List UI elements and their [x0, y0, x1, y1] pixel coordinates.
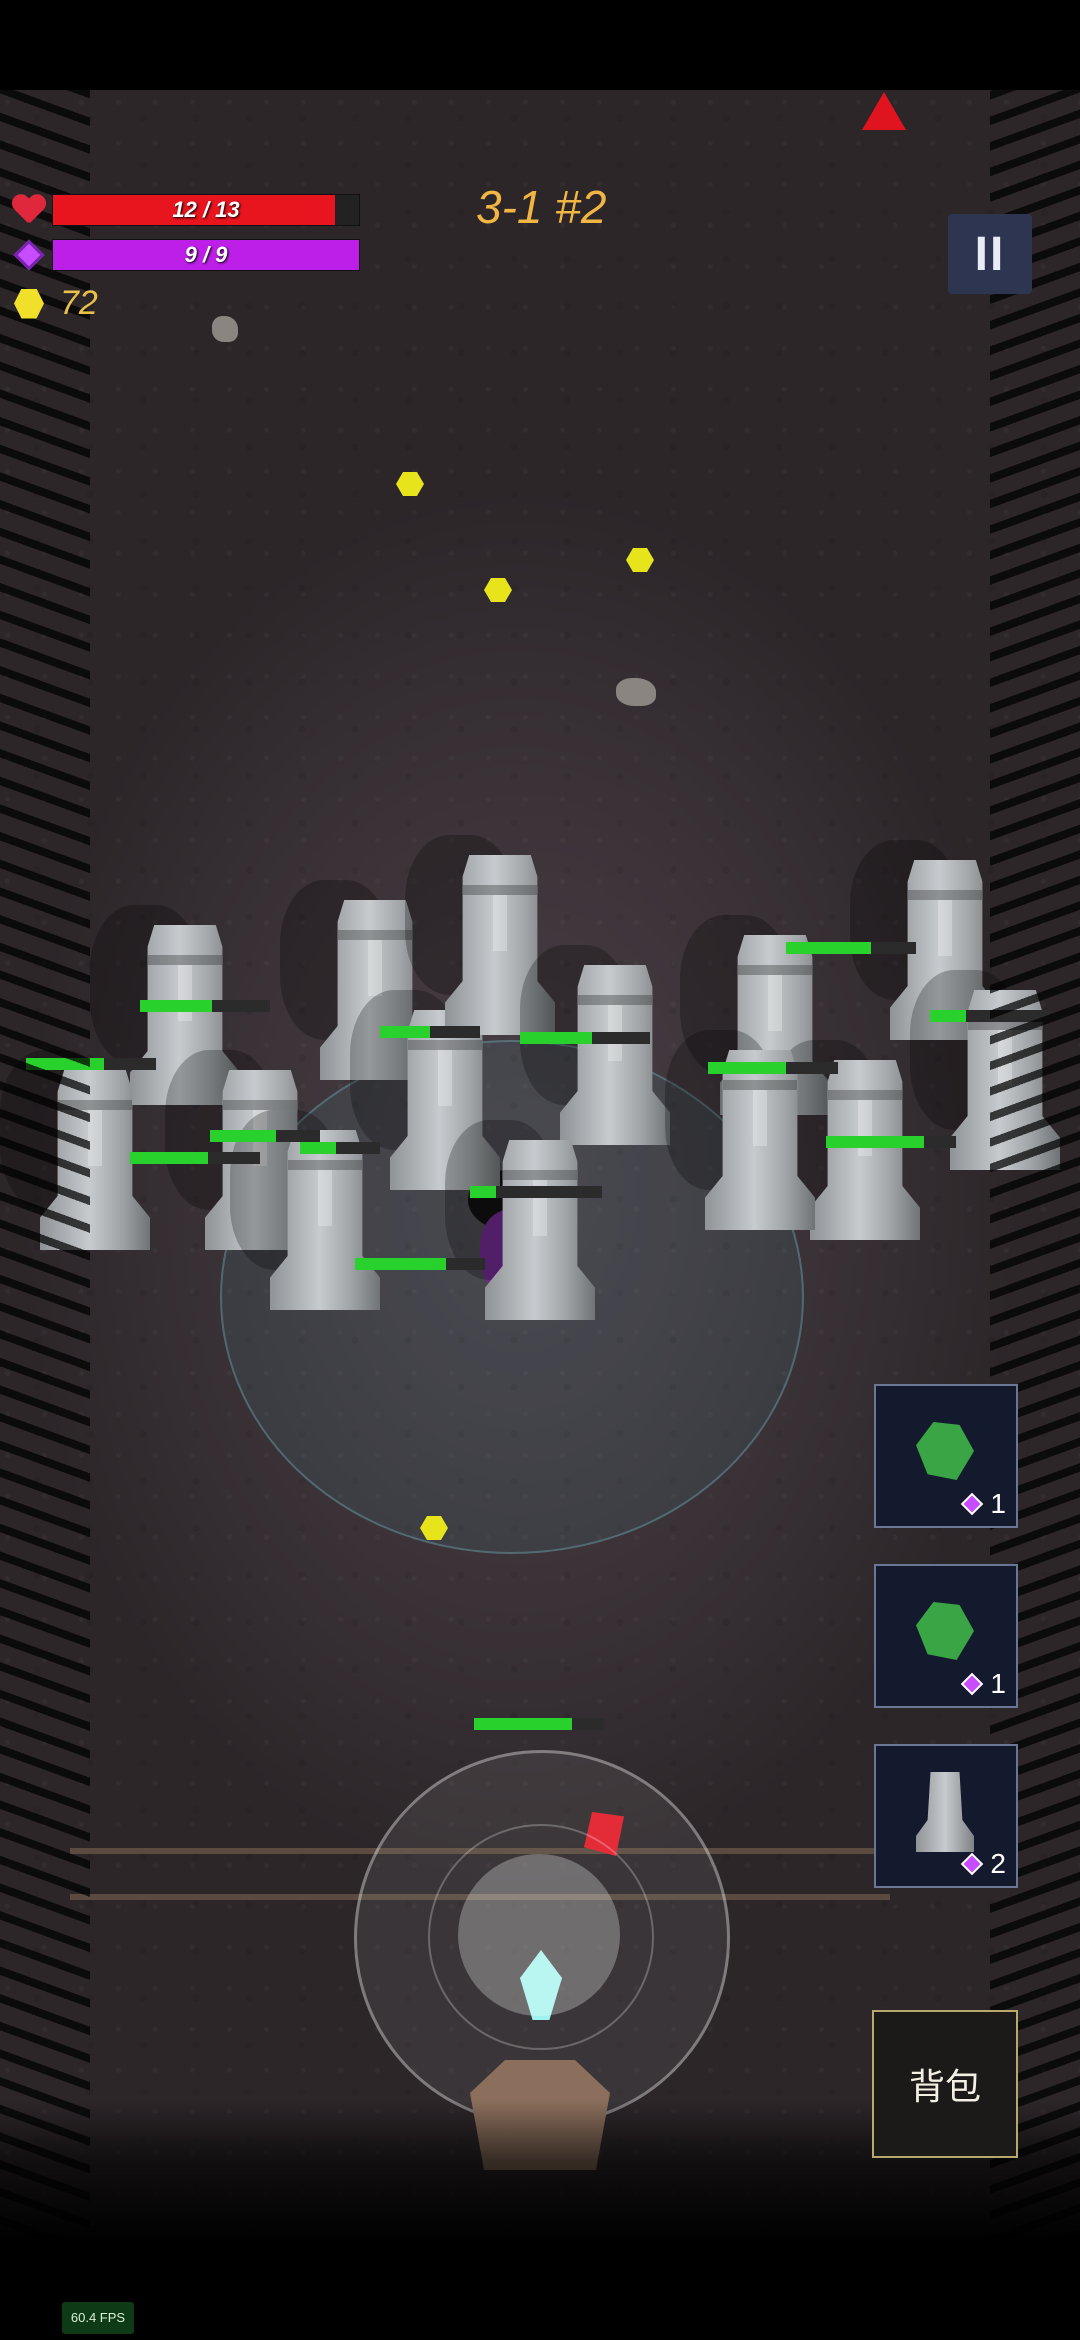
- health-text: 12 / 13: [172, 197, 240, 222]
- joystick-knob[interactable]: [458, 1854, 620, 2016]
- coin-count: 72: [60, 284, 98, 322]
- mana-text: 9 / 9: [184, 242, 228, 267]
- rock: [212, 316, 238, 342]
- skill-card-emerald-2[interactable]: 1: [874, 1564, 1018, 1708]
- coins-row: 72: [12, 284, 98, 323]
- mana-bar: 9 / 9: [52, 239, 360, 271]
- pause-button[interactable]: II: [948, 214, 1032, 294]
- foliage-left: [0, 90, 90, 2340]
- health-row: 12 / 13: [12, 194, 360, 226]
- gem-icon: [13, 239, 45, 271]
- enemy-hp-bar: [140, 1000, 270, 1012]
- emerald-icon: [916, 1602, 974, 1660]
- skill-cost: 1: [961, 1488, 1006, 1520]
- skill-card-moai[interactable]: 2: [874, 1744, 1018, 1888]
- skill-cost: 1: [961, 1668, 1006, 1700]
- gem-icon: [961, 1492, 984, 1516]
- skill-cost: 2: [961, 1848, 1006, 1880]
- backpack-label: 背包: [908, 2067, 981, 2108]
- enemy-hp-bar: [708, 1062, 838, 1074]
- foliage-right: [990, 90, 1080, 2340]
- enemy-hp-bar: [520, 1032, 650, 1044]
- pause-icon: II: [974, 227, 1006, 281]
- tower-hp-bar: [474, 1718, 604, 1730]
- fps-counter: 60.4 FPS: [62, 2302, 134, 2334]
- moai-statue-enemy: [445, 1120, 595, 1320]
- mana-row: 9 / 9: [12, 238, 360, 272]
- moai-icon: [916, 1772, 974, 1852]
- enemy-hp-bar: [786, 942, 916, 954]
- level-indicator: 3-1 #2: [476, 181, 607, 233]
- moai-statue-enemy: [520, 945, 670, 1145]
- skill-card-emerald-1[interactable]: 1: [874, 1384, 1018, 1528]
- enemy-hp-bar: [130, 1152, 260, 1164]
- gem-icon: [961, 1672, 984, 1696]
- gem-icon: [961, 1852, 984, 1876]
- health-bar: 12 / 13: [52, 194, 360, 226]
- enemy-hp-bar: [300, 1142, 380, 1154]
- offscreen-enemy-marker: [862, 92, 906, 130]
- heart-icon: [12, 195, 46, 225]
- enemy-hp-bar: [826, 1136, 956, 1148]
- enemy-hp-bar: [355, 1258, 485, 1270]
- enemy-hp-bar: [210, 1130, 320, 1142]
- enemy-hp-bar: [380, 1026, 480, 1038]
- backpack-button[interactable]: 背包: [872, 2010, 1018, 2158]
- emerald-icon: [916, 1422, 974, 1480]
- rock: [616, 678, 656, 706]
- game-field[interactable]: [0, 90, 1080, 2340]
- coin-icon: [14, 288, 44, 319]
- enemy-hp-bar: [470, 1186, 602, 1198]
